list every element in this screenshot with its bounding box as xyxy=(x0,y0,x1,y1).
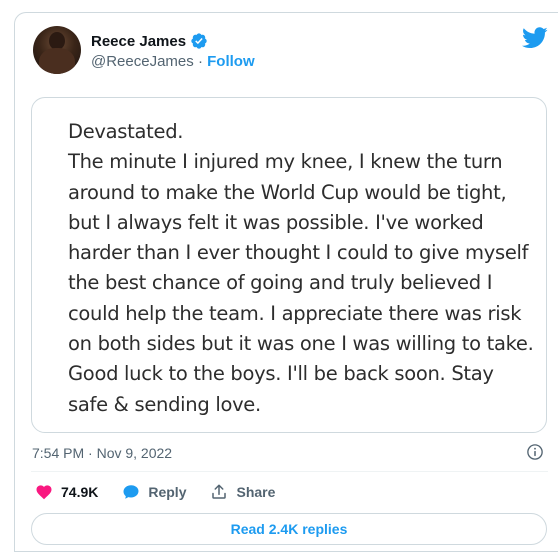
note-text: Devastated. The minute I injured my knee… xyxy=(68,120,534,416)
speech-bubble-icon xyxy=(123,485,139,499)
reply-label: Reply xyxy=(148,484,187,500)
screenshot-note[interactable]: Devastated. The minute I injured my knee… xyxy=(31,97,547,433)
divider xyxy=(31,471,548,472)
like-action[interactable]: 74.9K xyxy=(35,483,98,501)
author-display-name[interactable]: Reece James xyxy=(91,33,186,50)
tweet-timestamp[interactable]: 7:54 PM · Nov 9, 2022 xyxy=(32,445,172,461)
twitter-bird-icon[interactable] xyxy=(522,27,548,49)
share-action[interactable]: Share xyxy=(210,483,275,501)
verified-badge-icon xyxy=(191,33,207,49)
author-name-row: Reece James xyxy=(91,32,208,50)
info-icon[interactable] xyxy=(526,443,544,461)
follow-button[interactable]: Follow xyxy=(207,53,255,70)
avatar-body xyxy=(39,48,75,74)
author-avatar[interactable] xyxy=(33,26,81,74)
handle-separator: · xyxy=(193,53,208,70)
author-handle[interactable]: @ReeceJames xyxy=(91,53,194,70)
tweet-actions: 74.9K Reply Share xyxy=(35,483,299,501)
share-icon xyxy=(212,484,227,499)
likes-count: 74.9K xyxy=(61,484,99,500)
reply-action[interactable]: Reply xyxy=(122,483,186,501)
tweet-card: Reece James @ReeceJames · Follow Devasta… xyxy=(14,12,558,552)
heart-icon xyxy=(36,485,52,500)
author-handle-row: @ReeceJames · Follow xyxy=(91,53,255,70)
share-label: Share xyxy=(236,484,276,500)
read-replies-button[interactable]: Read 2.4K replies xyxy=(31,513,547,545)
